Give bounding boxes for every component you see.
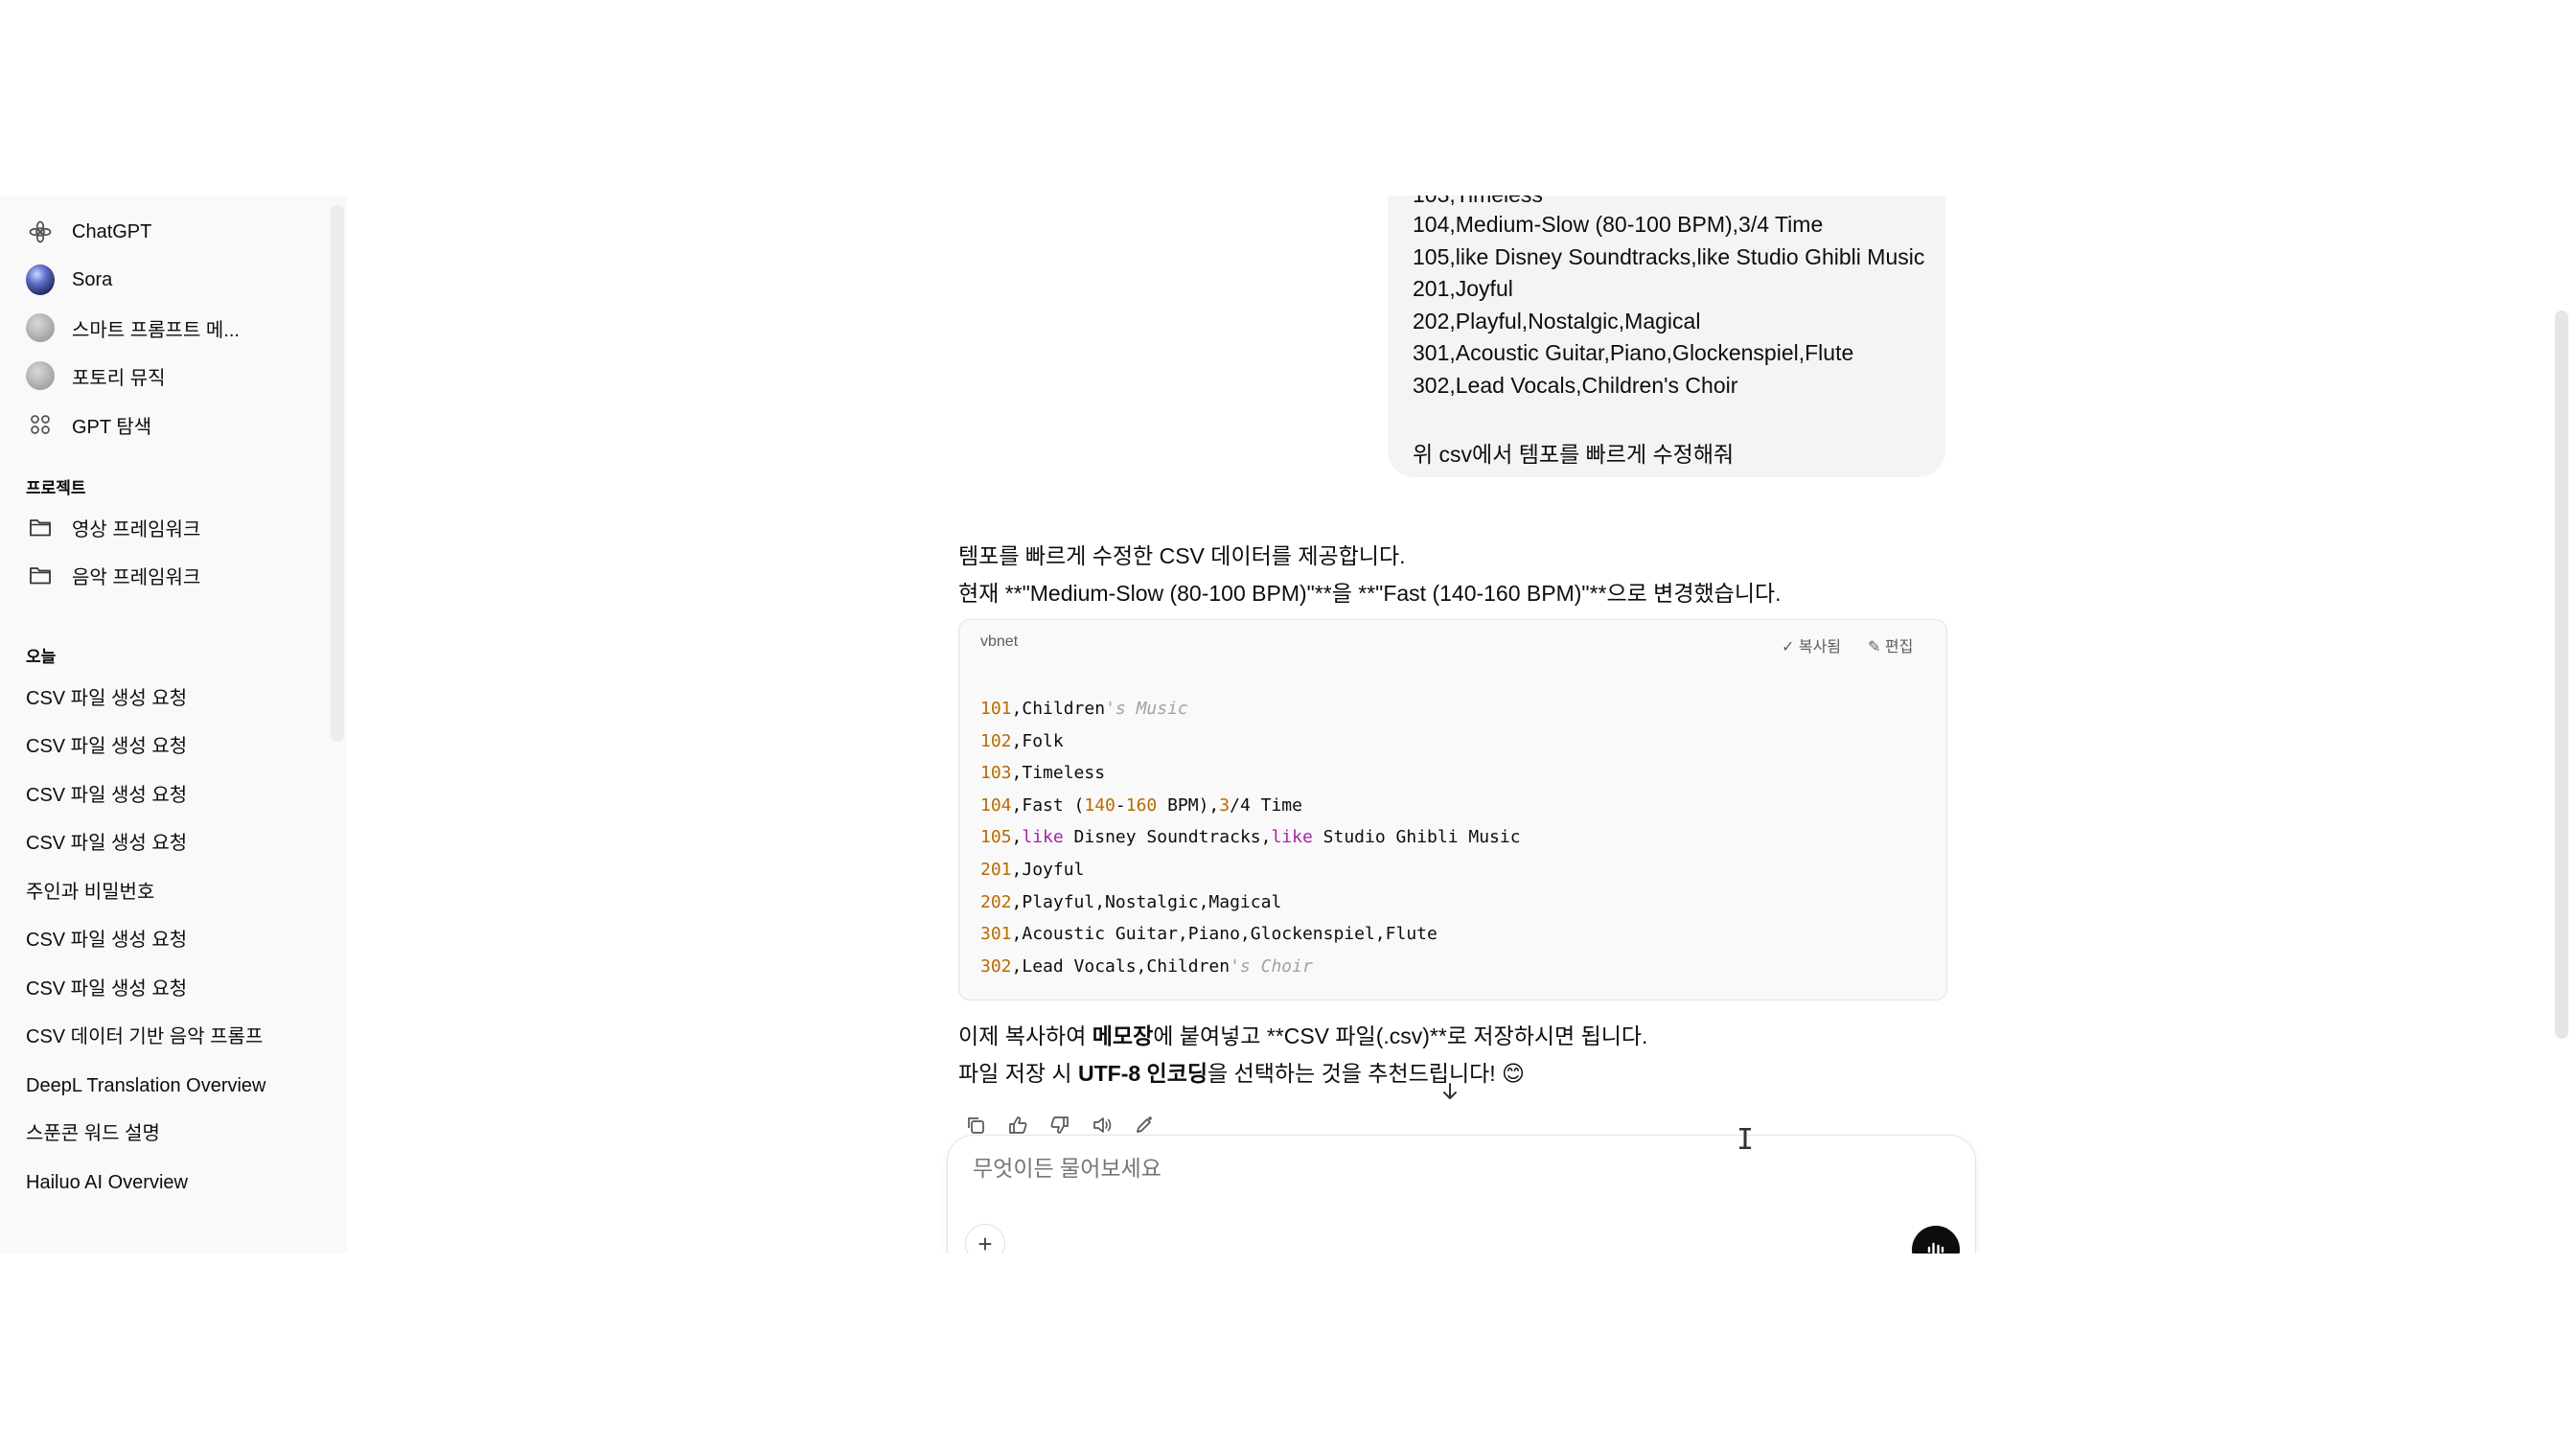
sidebar-item-smart-prompt[interactable]: 스마트 프롬프트 메... <box>26 309 240 347</box>
code-line: 105,like Disney Soundtracks,like Studio … <box>980 827 1521 848</box>
assistant-outro-line: 이제 복사하여 메모장에 붙여넣고 **CSV 파일(.csv)**로 저장하시… <box>958 1018 1647 1050</box>
pencil-icon: ✎ <box>1868 639 1881 656</box>
sidebar-item-story-music[interactable]: 포토리 뮤직 <box>26 356 166 395</box>
message-composer: + <box>947 1135 1976 1254</box>
prompt-input[interactable] <box>971 1155 1837 1183</box>
chat-history-item[interactable]: Hailuo AI Overview <box>26 1163 188 1202</box>
grid-icon <box>26 410 55 439</box>
thumbs-up-icon <box>1009 1116 1027 1134</box>
user-message-line: 201,Joyful <box>1413 276 1513 301</box>
arrow-down-icon <box>1443 1083 1457 1099</box>
chat-scrollbar[interactable] <box>2555 310 2568 1039</box>
audio-waveform-icon <box>1927 1242 1944 1254</box>
chat-main: 103,Timeless 104,Medium-Slow (80-100 BPM… <box>347 196 2576 1254</box>
sidebar-item-label: 스마트 프롬프트 메... <box>72 319 240 341</box>
pencil-sparkle-icon <box>1137 1116 1152 1133</box>
chatgpt-app: ChatGPT Sora 스마트 프롬프트 메... 포토리 뮤직 GPT 탐색… <box>0 196 2576 1254</box>
user-request-text: 위 csv에서 템포를 빠르게 수정해줘 <box>1413 442 1735 467</box>
edit-code-button[interactable]: ✎ 편집 <box>1868 633 1913 656</box>
code-line: 301,Acoustic Guitar,Piano,Glockenspiel,F… <box>980 924 1438 945</box>
sidebar-scrollbar[interactable] <box>331 205 344 742</box>
sidebar: ChatGPT Sora 스마트 프롬프트 메... 포토리 뮤직 GPT 탐색… <box>0 196 347 1254</box>
chat-history-item[interactable]: CSV 파일 생성 요청 <box>26 727 187 766</box>
user-message-line: 202,Playful,Nostalgic,Magical <box>1413 309 1701 334</box>
code-block: vbnet ✓ 복사됨 ✎ 편집 101,Children's Music 102… <box>958 619 1947 1000</box>
chat-history-item[interactable]: CSV 파일 생성 요청 <box>26 824 187 862</box>
code-line: 101,Children's Music <box>980 699 1188 719</box>
copy-label: 복사됨 <box>1798 639 1842 656</box>
folder-icon <box>26 513 55 541</box>
code-line: 202,Playful,Nostalgic,Magical <box>980 891 1282 912</box>
user-message-line: 301,Acoustic Guitar,Piano,Glockenspiel,F… <box>1413 340 1854 365</box>
outro-text: 을 선택하는 것을 추천드립니다! 😊 <box>1208 1061 1526 1086</box>
sidebar-project-video[interactable]: 영상 프레임워크 <box>26 508 200 546</box>
user-message-bubble <box>1388 196 1945 477</box>
chat-history-item[interactable]: 스푼콘 워드 설명 <box>26 1115 160 1153</box>
outro-bold: 메모장 <box>1092 1024 1154 1048</box>
sidebar-item-label: 포토리 뮤직 <box>72 367 166 389</box>
sidebar-item-explore-gpts[interactable]: GPT 탐색 <box>26 405 151 444</box>
voice-mode-button[interactable] <box>1912 1226 1960 1254</box>
thumbs-down-icon <box>1050 1116 1069 1134</box>
outro-text: 이제 복사하여 <box>958 1024 1092 1048</box>
outro-text: 에 붙여넣고 **CSV 파일(.csv)**로 저장하시면 됩니다. <box>1153 1024 1648 1048</box>
sidebar-item-chatgpt[interactable]: ChatGPT <box>26 213 151 251</box>
assistant-intro-line: 현재 **"Medium-Slow (80-100 BPM)"**을 **"Fa… <box>958 581 1782 606</box>
sidebar-project-music[interactable]: 음악 프레임워크 <box>26 556 200 594</box>
today-heading: 오늘 <box>26 648 57 666</box>
chat-history-item[interactable]: CSV 파일 생성 요청 <box>26 776 187 815</box>
gpt-avatar-icon <box>26 313 55 342</box>
scroll-down-button[interactable] <box>1436 1077 1464 1106</box>
folder-icon <box>26 561 55 589</box>
chat-history-item[interactable]: CSV 파일 생성 요청 <box>26 970 187 1008</box>
outro-bold: UTF-8 인코딩 <box>1077 1061 1208 1086</box>
gpt-avatar-icon <box>26 361 55 390</box>
text-cursor-icon: I <box>1736 1123 1755 1157</box>
code-line: 103,Timeless <box>980 763 1106 784</box>
outro-text: 파일 저장 시 <box>958 1061 1078 1086</box>
sidebar-item-label: ChatGPT <box>72 220 152 242</box>
sidebar-item-sora[interactable]: Sora <box>26 261 112 299</box>
speaker-icon <box>1093 1117 1112 1133</box>
sidebar-item-label: 영상 프레임워크 <box>72 518 201 540</box>
chat-history-item[interactable]: DeepL Translation Overview <box>26 1067 266 1105</box>
chat-history-item[interactable]: CSV 파일 생성 요청 <box>26 679 187 718</box>
check-icon: ✓ <box>1782 639 1795 656</box>
code-line: 302,Lead Vocals,Children's Choir <box>980 955 1313 977</box>
user-message-line: 105,like Disney Soundtracks,like Studio … <box>1413 244 1925 269</box>
assistant-intro-line: 템포를 빠르게 수정한 CSV 데이터를 제공합니다. <box>958 543 1406 568</box>
user-message-line: 104,Medium-Slow (80-100 BPM),3/4 Time <box>1413 212 1824 237</box>
sidebar-item-label: GPT 탐색 <box>72 416 152 438</box>
sora-logo-icon <box>26 264 55 295</box>
chat-history-item[interactable]: 주인과 비밀번호 <box>26 873 154 911</box>
edit-label: 편집 <box>1884 639 1914 656</box>
copy-code-button[interactable]: ✓ 복사됨 <box>1782 633 1841 656</box>
sidebar-item-label: 음악 프레임워크 <box>72 566 201 588</box>
user-message-line: 103,Timeless <box>1413 196 1543 208</box>
attach-button[interactable]: + <box>965 1224 1005 1254</box>
copy-icon <box>968 1117 984 1134</box>
sidebar-item-label: Sora <box>72 268 113 290</box>
plus-icon: + <box>978 1229 993 1254</box>
code-language-label: vbnet <box>980 633 1019 650</box>
chatgpt-logo-icon <box>26 218 55 246</box>
code-line: 104,Fast (140-160 BPM),3/4 Time <box>980 794 1302 816</box>
chat-history-item[interactable]: CSV 데이터 기반 음악 프롬프 <box>26 1018 263 1056</box>
code-line: 102,Folk <box>980 730 1064 751</box>
code-line: 201,Joyful <box>980 860 1085 880</box>
user-message-line: 302,Lead Vocals,Children's Choir <box>1413 373 1738 398</box>
chat-history-item[interactable]: CSV 파일 생성 요청 <box>26 921 187 959</box>
projects-heading: 프로젝트 <box>26 479 86 497</box>
